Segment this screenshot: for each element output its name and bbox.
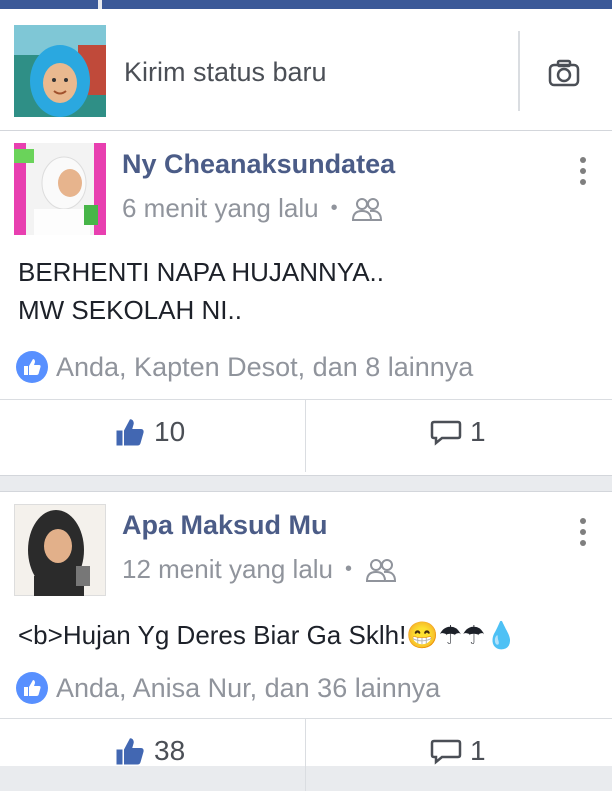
like-button[interactable]: 38 <box>114 735 185 767</box>
like-count: 38 <box>154 735 186 766</box>
like-button[interactable]: 10 <box>114 416 185 448</box>
user-avatar[interactable] <box>14 25 106 117</box>
reactions-text: Anda, Anisa Nur, dan 36 lainnya <box>56 672 441 703</box>
post-time[interactable]: 6 menit yang lalu <box>122 193 319 224</box>
author-avatar[interactable] <box>14 143 106 235</box>
author-avatar[interactable] <box>14 504 106 596</box>
nav-divider <box>98 0 102 9</box>
feed-post: Apa Maksud Mu 12 menit yang lalu • <b>Hu… <box>0 491 612 791</box>
comment-button[interactable]: 1 <box>430 416 486 448</box>
post-meta: 6 menit yang lalu • <box>122 193 384 224</box>
friends-icon <box>351 197 382 221</box>
more-options-icon[interactable] <box>578 157 588 193</box>
comment-icon <box>430 420 462 446</box>
divider <box>518 31 520 111</box>
status-input[interactable]: Kirim status baru <box>124 57 327 88</box>
reactions-summary[interactable]: Anda, Kapten Desot, dan 8 lainnya <box>16 351 473 383</box>
more-options-icon[interactable] <box>578 518 588 554</box>
post-text-line: MW SEKOLAH NI.. <box>18 295 242 325</box>
thumbs-up-icon <box>116 738 144 765</box>
comment-count: 1 <box>470 735 486 766</box>
comment-icon <box>430 739 462 765</box>
comment-count: 1 <box>470 416 486 447</box>
like-badge-icon <box>16 351 48 383</box>
meta-separator: • <box>330 197 338 219</box>
camera-icon[interactable] <box>548 59 580 87</box>
comment-button[interactable]: 1 <box>430 735 486 767</box>
like-count: 10 <box>154 416 186 447</box>
reactions-summary[interactable]: Anda, Anisa Nur, dan 36 lainnya <box>16 672 440 704</box>
post-text: BERHENTI NAPA HUJANNYA.. MW SEKOLAH NI.. <box>18 253 384 329</box>
reactions-text: Anda, Kapten Desot, dan 8 lainnya <box>56 351 474 382</box>
divider <box>305 719 306 791</box>
like-badge-icon <box>16 672 48 704</box>
post-time[interactable]: 12 menit yang lalu <box>122 554 333 585</box>
post-actions: 10 1 <box>0 399 612 472</box>
post-text: <b>Hujan Yg Deres Biar Ga Sklh!😁☂☂💧 <box>18 616 518 654</box>
author-name[interactable]: Ny Cheanaksundatea <box>122 149 395 180</box>
thumbs-up-icon <box>116 419 144 446</box>
friends-icon <box>366 558 397 582</box>
post-actions: 38 1 <box>0 718 612 791</box>
status-composer[interactable]: Kirim status baru <box>0 9 612 131</box>
meta-separator: • <box>345 558 353 580</box>
author-name[interactable]: Apa Maksud Mu <box>122 510 328 541</box>
post-text-line: BERHENTI NAPA HUJANNYA.. <box>18 257 384 287</box>
post-text-line: <b>Hujan Yg Deres Biar Ga Sklh!😁☂☂💧 <box>18 620 518 650</box>
top-nav-bar <box>0 0 612 9</box>
divider <box>305 400 306 472</box>
post-meta: 12 menit yang lalu • <box>122 554 398 585</box>
feed-post: Ny Cheanaksundatea 6 menit yang lalu • B… <box>0 131 612 476</box>
